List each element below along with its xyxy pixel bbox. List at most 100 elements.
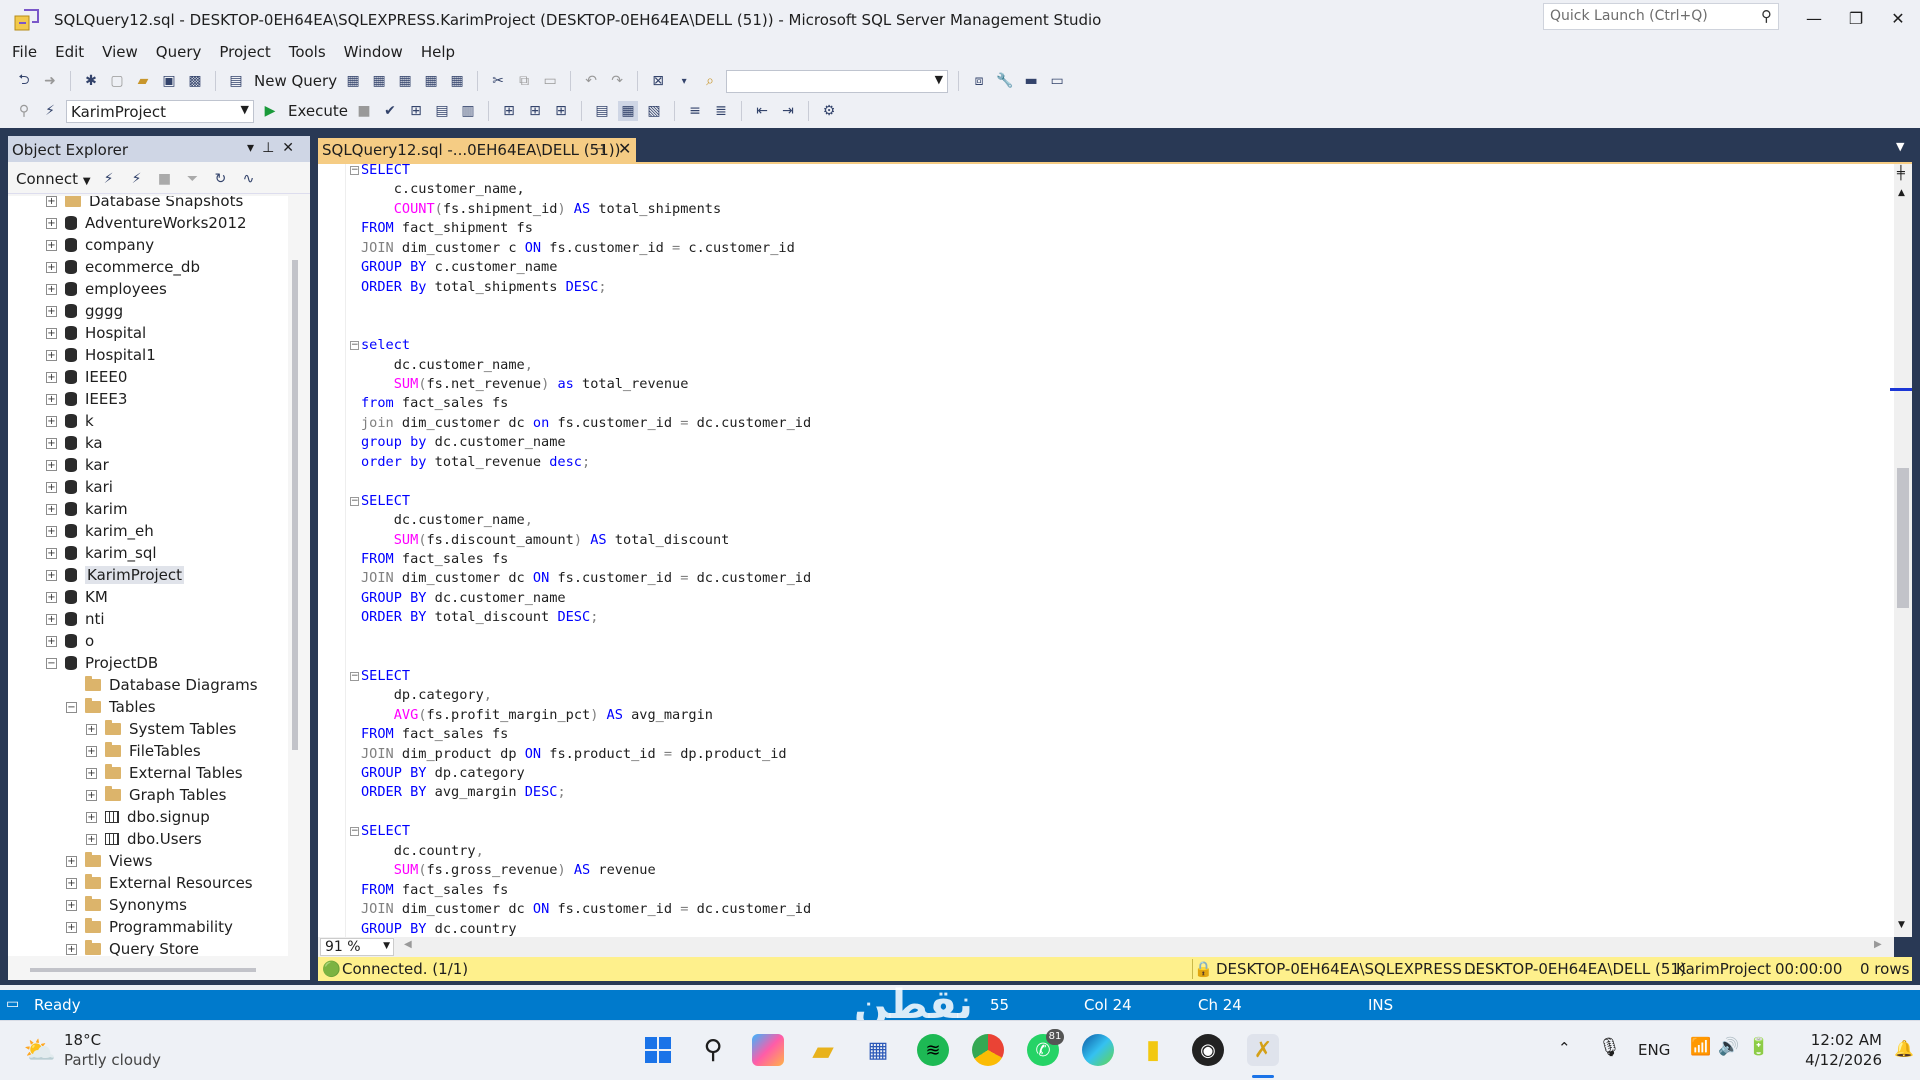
scroll-down-icon[interactable]: ▼: [1898, 920, 1905, 930]
tree-node-dbo-signup[interactable]: + dbo.signup: [86, 806, 210, 828]
pin-icon[interactable]: ⊥: [262, 140, 282, 156]
file-explorer-icon[interactable]: ▰: [807, 1034, 839, 1067]
tree-node-employees[interactable]: + employees: [46, 278, 167, 300]
code-line[interactable]: ORDER By total_shipments DESC;: [361, 278, 607, 297]
tree-node-o[interactable]: + o: [46, 630, 94, 652]
close-icon[interactable]: ✕: [282, 140, 302, 156]
battery-icon[interactable]: 🔋: [1748, 1037, 1769, 1057]
microphone-icon[interactable]: 🎙: [1598, 1037, 1621, 1058]
code-line[interactable]: GROUP BY dc.country: [361, 920, 517, 939]
tree-node-database-diagrams[interactable]: Database Diagrams: [66, 674, 258, 696]
code-line[interactable]: GROUP BY dc.customer_name: [361, 589, 566, 608]
code-line[interactable]: dc.customer_name,: [361, 356, 533, 375]
code-line[interactable]: dp.category,: [361, 686, 492, 705]
code-line[interactable]: from fact_sales fs: [361, 394, 508, 413]
properties-icon[interactable]: 🔧: [995, 71, 1015, 91]
close-button[interactable]: ✕: [1878, 6, 1918, 32]
execute-icon[interactable]: ▶: [260, 101, 280, 121]
expand-icon[interactable]: +: [46, 437, 57, 449]
tree-node-views[interactable]: + Views: [66, 850, 152, 872]
collapse-icon[interactable]: −: [46, 657, 57, 669]
code-line[interactable]: c.customer_name,: [361, 180, 525, 199]
comment-icon[interactable]: ≡: [685, 101, 705, 121]
start-icon[interactable]: [642, 1034, 674, 1066]
minimize-button[interactable]: —: [1794, 6, 1834, 32]
tree-node-query-store[interactable]: + Query Store: [66, 938, 199, 956]
tree-node-karim-sql[interactable]: + karim_sql: [46, 542, 157, 564]
include-plan-icon[interactable]: ⊞: [499, 101, 519, 121]
editor-scroll-thumb[interactable]: [1897, 468, 1909, 608]
window-layout-icon[interactable]: ▭: [1047, 71, 1067, 91]
activity-monitor-icon[interactable]: ∿: [239, 169, 259, 189]
toolbox-icon[interactable]: ▬: [1021, 71, 1041, 91]
tree-node-ecommerce-db[interactable]: + ecommerce_db: [46, 256, 200, 278]
live-stats-icon[interactable]: ⊞: [525, 101, 545, 121]
scroll-up-icon[interactable]: ▲: [1898, 188, 1905, 198]
expand-icon[interactable]: +: [46, 525, 57, 537]
menu-item-file[interactable]: File: [4, 43, 47, 61]
code-line[interactable]: ORDER BY total_discount DESC;: [361, 608, 598, 627]
menu-item-window[interactable]: Window: [336, 43, 413, 61]
paste-icon[interactable]: ▭: [540, 71, 560, 91]
refresh-icon[interactable]: ↻: [211, 169, 231, 189]
tree-node-hospital[interactable]: + Hospital: [46, 322, 146, 344]
menu-item-query[interactable]: Query: [148, 43, 212, 61]
close-icon[interactable]: ✕: [618, 139, 631, 158]
code-line[interactable]: AVG(fs.profit_margin_pct) AS avg_margin: [361, 706, 713, 725]
tree-node-external-tables[interactable]: + External Tables: [86, 762, 243, 784]
store-icon[interactable]: ▦: [862, 1034, 894, 1066]
tree-node-synonyms[interactable]: + Synonyms: [66, 894, 187, 916]
parse-icon[interactable]: ✔: [380, 101, 400, 121]
code-line[interactable]: SELECT: [361, 492, 410, 511]
restore-button[interactable]: ❐: [1836, 6, 1876, 32]
code-line[interactable]: order by total_revenue desc;: [361, 453, 590, 472]
scroll-right-icon[interactable]: ▶: [1874, 939, 1882, 950]
expand-icon[interactable]: +: [46, 239, 57, 251]
code-line[interactable]: dc.country,: [361, 842, 484, 861]
weather-icon[interactable]: ⛅: [24, 1035, 56, 1067]
tree-node-km[interactable]: + KM: [46, 586, 108, 608]
forward-icon[interactable]: ➜: [40, 71, 60, 91]
copy-icon[interactable]: ⧉: [514, 71, 534, 91]
power-bi-icon[interactable]: ▮: [1137, 1034, 1169, 1066]
code-line[interactable]: group by dc.customer_name: [361, 433, 566, 452]
expand-icon[interactable]: +: [46, 349, 57, 361]
search-combo[interactable]: ▼: [726, 69, 949, 93]
tree-node-karim[interactable]: + karim: [46, 498, 128, 520]
expand-icon[interactable]: +: [66, 855, 77, 867]
code-line[interactable]: COUNT(fs.shipment_id) AS total_shipments: [361, 200, 721, 219]
menu-item-view[interactable]: View: [94, 43, 148, 61]
fold-icon[interactable]: −: [350, 166, 359, 175]
tree-node-kar[interactable]: + kar: [46, 454, 109, 476]
expand-icon[interactable]: +: [46, 415, 57, 427]
tree-node-company[interactable]: + company: [46, 234, 154, 256]
mdx-query-icon[interactable]: ▦: [369, 71, 389, 91]
tree-node-database-snapshots[interactable]: + Database Snapshots: [46, 196, 243, 212]
code-line[interactable]: SELECT: [361, 667, 410, 686]
expand-icon[interactable]: +: [46, 591, 57, 603]
specify-template-values-icon[interactable]: ⚙: [819, 101, 839, 121]
clock-date[interactable]: 4/12/2026: [1800, 1051, 1882, 1069]
volume-icon[interactable]: 🔊: [1718, 1037, 1739, 1057]
tree-node-tables[interactable]: − Tables: [66, 696, 156, 718]
code-line[interactable]: SUM(fs.net_revenue) as total_revenue: [361, 375, 689, 394]
expand-icon[interactable]: +: [46, 305, 57, 317]
intellisense-icon[interactable]: ▥: [458, 101, 478, 121]
tree-node-graph-tables[interactable]: + Graph Tables: [86, 784, 226, 806]
search-icon[interactable]: ⚲: [697, 1034, 729, 1066]
object-explorer-hscrollbar[interactable]: [30, 968, 256, 972]
tree-node-hospital1[interactable]: + Hospital1: [46, 344, 156, 366]
ssms-app-icon[interactable]: [14, 8, 40, 32]
code-line[interactable]: GROUP BY dp.category: [361, 764, 525, 783]
expand-icon[interactable]: +: [46, 327, 57, 339]
query-options-icon[interactable]: ▤: [432, 101, 452, 121]
increase-indent-icon[interactable]: ⇥: [778, 101, 798, 121]
scroll-left-icon[interactable]: ◀: [404, 939, 412, 950]
tree-node-ieee3[interactable]: + IEEE3: [46, 388, 127, 410]
fold-icon[interactable]: −: [350, 671, 359, 681]
expand-icon[interactable]: +: [46, 459, 57, 471]
results-to-file-icon[interactable]: ▧: [644, 101, 664, 121]
filter-icon[interactable]: ⏷: [183, 169, 203, 189]
disconnect-icon[interactable]: ⚡: [127, 169, 147, 189]
tree-node-ieee0[interactable]: + IEEE0: [46, 366, 127, 388]
